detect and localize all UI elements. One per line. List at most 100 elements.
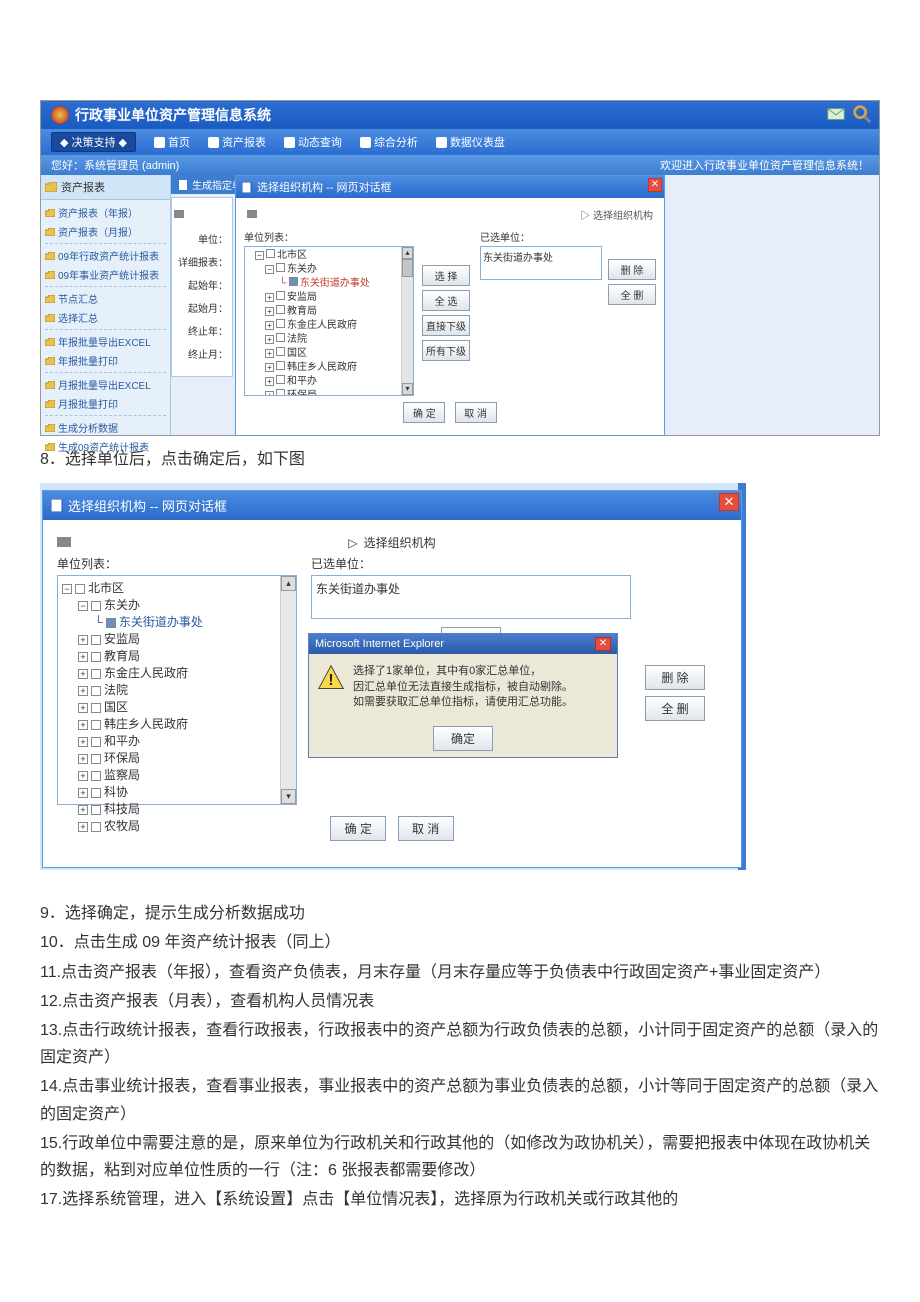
- sidebar-item[interactable]: 生成分析数据: [45, 418, 166, 437]
- nav-integrated[interactable]: 综合分析: [360, 132, 418, 152]
- nav-dashboard[interactable]: 数据仪表盘: [436, 132, 505, 152]
- param-labels: 单位： 详细报表： 起始年： 起始月： 终止年： 终止月：: [171, 197, 233, 377]
- scrollbar[interactable]: ▴▾: [401, 247, 413, 395]
- delete-button[interactable]: 删 除: [645, 665, 705, 690]
- sidebar-item[interactable]: 月报批量导出EXCEL: [45, 375, 166, 394]
- instruction-11: 11.点击资产报表（年报），查看资产负债表，月末存量（月末存量应等于负债表中行政…: [40, 959, 880, 986]
- sidebar-item[interactable]: 生成09资产统计报表: [45, 437, 166, 456]
- direct-sub-button[interactable]: 直接下级: [422, 315, 470, 336]
- screenshot-1: 行政事业单位资产管理信息系统 ◆ 决策支持 ◆ 首页 资产报表 动态查询 综合分…: [40, 100, 880, 436]
- dialog2-title: 选择组织机构 -- 网页对话框 ✕: [43, 491, 741, 520]
- cancel-button[interactable]: 取 消: [398, 816, 454, 841]
- delete-all-button[interactable]: 全 删: [645, 696, 705, 721]
- folder-icon: [45, 443, 55, 451]
- nav-dynamic-query[interactable]: 动态查询: [284, 132, 342, 152]
- instruction-10: 10．点击生成 09 年资产统计报表（同上）: [40, 929, 880, 956]
- list-label: 单位列表：: [57, 555, 297, 572]
- close-icon[interactable]: ✕: [719, 493, 739, 511]
- folder-icon: [45, 228, 55, 236]
- close-icon[interactable]: ✕: [595, 637, 611, 651]
- alert-text: 选择了1家单位，其中有0家汇总单位， 因汇总单位无法直接生成指标，被自动剔除。 …: [353, 664, 573, 710]
- folder-icon: [45, 314, 55, 322]
- ok-button[interactable]: 确 定: [330, 816, 386, 841]
- welcome-bar: 您好：系统管理员 (admin) 欢迎进入行政事业单位资产管理信息系统！: [41, 155, 879, 175]
- welcome-text: 欢迎进入行政事业单位资产管理信息系统！: [660, 157, 869, 173]
- select-all-button[interactable]: 全 选: [422, 290, 470, 311]
- instructions-block: 9．选择确定，提示生成分析数据成功 10．点击生成 09 年资产统计报表（同上）…: [40, 900, 880, 1213]
- folder-icon: [45, 271, 55, 279]
- selected-units-box: 东关街道办事处: [480, 246, 602, 280]
- org-select-dialog: 选择组织机构 -- 网页对话框 ✕ ▷ 选择组织机构 单位列表：: [235, 175, 665, 436]
- alert-ok-button[interactable]: 确定: [433, 726, 493, 751]
- sidebar-list: 资产报表（年报） 资产报表（月报） 09年行政资产统计报表 09年事业资产统计报…: [41, 200, 170, 459]
- folder-icon: [45, 209, 55, 217]
- scrollbar[interactable]: ▴▾: [280, 576, 296, 804]
- sidebar-item[interactable]: 节点汇总: [45, 289, 166, 308]
- instruction-14: 14.点击事业统计报表，查看事业报表，事业报表中的资产总额为事业负债表的总额，小…: [40, 1073, 880, 1127]
- page-icon: [242, 182, 253, 193]
- select-button[interactable]: 选 择: [422, 265, 470, 286]
- instruction-9: 9．选择确定，提示生成分析数据成功: [40, 900, 880, 927]
- selected-units-box: 东关街道办事处: [311, 575, 631, 619]
- sidebar-item[interactable]: 月报批量打印: [45, 394, 166, 413]
- page-icon: [284, 137, 295, 148]
- instruction-15: 15.行政单位中需要注意的是，原来单位为行政机关和行政其他的（如修改为政协机关）…: [40, 1130, 880, 1184]
- cancel-button[interactable]: 取 消: [455, 402, 497, 423]
- unit-tree[interactable]: −北市区 −东关办 └ 东关街道办事处 +安监局 +教育局 +东金庄人民政府 +…: [244, 246, 414, 396]
- instruction-12: 12.点击资产报表（月表），查看机构人员情况表: [40, 988, 880, 1015]
- search-icon: [851, 103, 873, 125]
- mail-icon: [825, 103, 847, 125]
- svg-text:!: !: [328, 672, 333, 689]
- nav-asset-report[interactable]: 资产报表: [208, 132, 266, 152]
- sidebar-item[interactable]: 09年事业资产统计报表: [45, 265, 166, 284]
- sidebar-item[interactable]: 09年行政资产统计报表: [45, 246, 166, 265]
- dialog-title: 选择组织机构 -- 网页对话框 ✕: [236, 176, 664, 198]
- nav-menu[interactable]: ◆ 决策支持 ◆: [51, 132, 136, 152]
- print-icon: [247, 210, 257, 220]
- sidebar-item[interactable]: 资产报表（月报）: [45, 222, 166, 241]
- delete-button[interactable]: 删 除: [608, 259, 656, 280]
- close-icon[interactable]: ✕: [648, 178, 662, 192]
- breadcrumb: ▷ 选择组织机构: [244, 204, 656, 225]
- unit-tree[interactable]: −北市区 −东关办 └ 东关街道办事处 +安监局 +教育局 +东金庄人民政府 +…: [57, 575, 297, 805]
- delete-all-button[interactable]: 全 删: [608, 284, 656, 305]
- folder-icon: [45, 182, 57, 192]
- folder-icon: [45, 252, 55, 260]
- list-label: 单位列表：: [244, 229, 414, 244]
- page-icon: [51, 499, 64, 512]
- ie-alert-title: Microsoft Internet Explorer ✕: [309, 634, 617, 654]
- home-icon: [154, 137, 165, 148]
- print-icon: [57, 537, 71, 549]
- instruction-17: 17.选择系统管理，进入【系统设置】点击【单位情况表】，选择原为行政机关或行政其…: [40, 1186, 880, 1213]
- breadcrumb: ▷ 选择组织机构: [57, 530, 727, 555]
- content-area: 生成指定单 单位： 详细报表： 起始年： 起始月： 终止年： 终止月： 选择组织…: [171, 175, 879, 435]
- screenshot-2: 选择组织机构 -- 网页对话框 ✕ ▷ 选择组织机构 单位列表： −北市区 −东…: [40, 483, 740, 870]
- all-sub-button[interactable]: 所有下级: [422, 340, 470, 361]
- page-icon: [208, 137, 219, 148]
- sidebar-item[interactable]: 年报批量导出EXCEL: [45, 332, 166, 351]
- sidebar-item[interactable]: 选择汇总: [45, 308, 166, 327]
- folder-icon: [45, 424, 55, 432]
- sidebar: 资产报表 资产报表（年报） 资产报表（月报） 09年行政资产统计报表 09年事业…: [41, 175, 171, 435]
- app-title: 行政事业单位资产管理信息系统: [75, 105, 271, 125]
- app-header: 行政事业单位资产管理信息系统: [41, 101, 879, 129]
- print-icon: [174, 210, 184, 220]
- app-logo-icon: [51, 106, 69, 124]
- folder-icon: [45, 357, 55, 365]
- sidebar-title: 资产报表: [41, 175, 170, 200]
- ok-button[interactable]: 确 定: [403, 402, 445, 423]
- sidebar-item[interactable]: 年报批量打印: [45, 351, 166, 370]
- user-label: 您好：系统管理员 (admin): [51, 157, 179, 173]
- selected-label: 已选单位：: [480, 229, 602, 244]
- doc-icon: [179, 180, 189, 190]
- selected-label: 已选单位：: [311, 555, 631, 572]
- warning-icon: !: [317, 664, 345, 692]
- nav-bar: ◆ 决策支持 ◆ 首页 资产报表 动态查询 综合分析 数据仪表盘: [41, 129, 879, 155]
- instruction-13: 13.点击行政统计报表，查看行政报表，行政报表中的资产总额为行政负债表的总额，小…: [40, 1017, 880, 1071]
- page-icon: [436, 137, 447, 148]
- nav-home[interactable]: 首页: [154, 132, 190, 152]
- folder-icon: [45, 338, 55, 346]
- folder-icon: [45, 295, 55, 303]
- sidebar-item[interactable]: 资产报表（年报）: [45, 203, 166, 222]
- folder-icon: [45, 400, 55, 408]
